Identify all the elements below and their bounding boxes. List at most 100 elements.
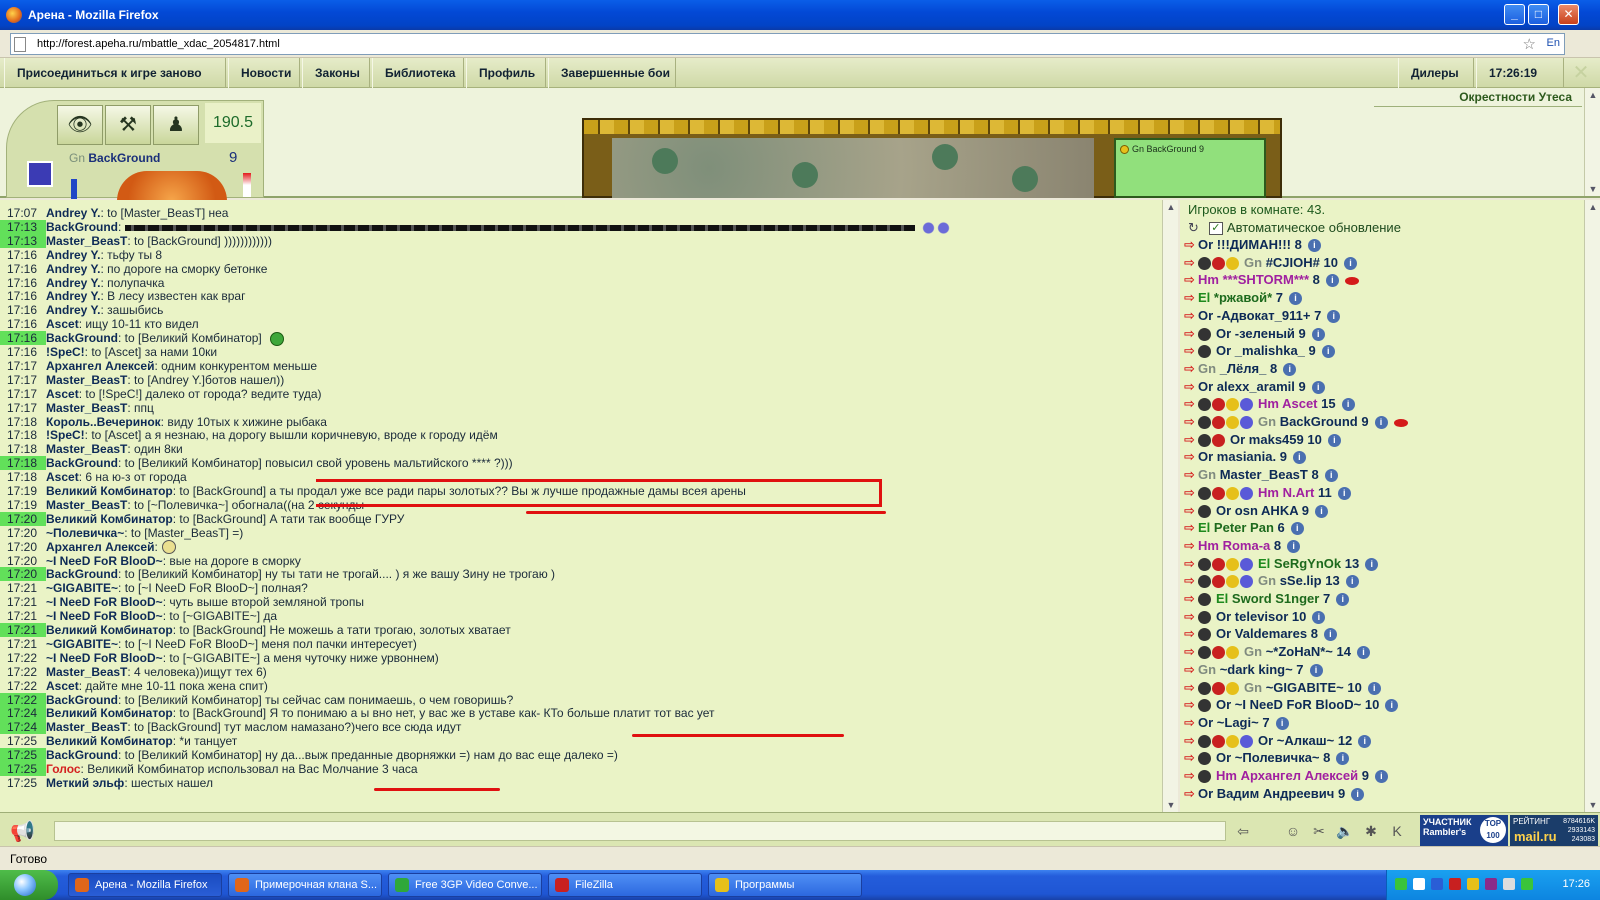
player-name[interactable]: Peter Pan — [1214, 520, 1274, 535]
chat-author[interactable]: !SpeC! — [46, 345, 85, 359]
chat-time[interactable]: 17:17 — [0, 401, 46, 415]
chat-author[interactable]: BackGround — [46, 331, 118, 345]
private-message-arrow-icon[interactable]: ⇨ — [1184, 555, 1198, 572]
chat-time[interactable]: 17:17 — [0, 359, 46, 373]
chat-author[interactable]: BackGround — [46, 567, 118, 581]
player-row[interactable]: ⇨ El SeRgYnOk 13 i — [1180, 555, 1580, 572]
player-name[interactable]: Master_BeasT — [1220, 467, 1308, 482]
tray-icon[interactable] — [1521, 878, 1533, 890]
chat-author[interactable]: Andrey Y. — [46, 276, 100, 290]
chat-time[interactable]: 17:20 — [0, 526, 46, 540]
player-row[interactable]: ⇨ Gn ~*ZoHaN*~ 14 i — [1180, 643, 1580, 660]
player-info-icon[interactable]: i — [1292, 451, 1306, 465]
chat-time[interactable]: 17:18 — [0, 456, 46, 471]
player-row[interactable]: ⇨ Or alexx_aramil 9i — [1180, 378, 1580, 395]
battle-map[interactable]: Gn BackGround 9 — [582, 118, 1282, 198]
player-info-icon[interactable]: i — [1341, 398, 1355, 412]
profile-button[interactable]: Профиль — [466, 58, 546, 88]
private-message-arrow-icon[interactable]: ⇨ — [1184, 289, 1198, 306]
private-message-arrow-icon[interactable]: ⇨ — [1184, 325, 1198, 342]
player-info-icon[interactable]: i — [1323, 628, 1337, 642]
player-name[interactable]: maks459 — [1249, 432, 1304, 447]
private-message-arrow-icon[interactable]: ⇨ — [1184, 696, 1198, 713]
tray-icon[interactable] — [1467, 878, 1479, 890]
player-name[interactable]: -Адвокат_911+ — [1217, 308, 1311, 323]
player-info-icon[interactable]: i — [1358, 734, 1372, 748]
chat-author[interactable]: Великий Комбинатор — [46, 484, 173, 498]
player-info-icon[interactable]: i — [1356, 646, 1370, 660]
taskbar-item[interactable]: Free 3GP Video Conve... — [388, 873, 542, 897]
player-row[interactable]: ⇨ Or Вадим Андреевич 9i — [1180, 785, 1580, 802]
chat-time[interactable]: 17:16 — [0, 248, 46, 262]
player-name[interactable]: ~Lagi~ — [1217, 715, 1259, 730]
auto-refresh-toggle[interactable]: ↻ ✓ Автоматическое обновление — [1188, 220, 1401, 236]
chat-time[interactable]: 17:16 — [0, 289, 46, 303]
player-info-icon[interactable]: i — [1343, 256, 1357, 270]
scroll-up-icon[interactable]: ▲ — [1163, 200, 1179, 214]
chat-time[interactable]: 17:16 — [0, 317, 46, 331]
player-row[interactable]: ⇨ Or ~Алкаш~ 12 i — [1180, 732, 1580, 749]
player-info-icon[interactable]: i — [1345, 575, 1359, 589]
smiley-icon[interactable]: ☺ — [1282, 820, 1304, 842]
player-row[interactable]: ⇨ Or _malishka_ 9i — [1180, 342, 1580, 359]
news-button[interactable]: Новости — [228, 58, 300, 88]
broadcast-icon[interactable]: ✱ — [1360, 820, 1382, 842]
player-row[interactable]: ⇨ Or !!!ДИМАН!!! 8i — [1180, 236, 1580, 253]
chat-author[interactable]: Архангел Алексей — [46, 359, 154, 373]
player-row[interactable]: ⇨ Or osn AHKA 9i — [1180, 502, 1580, 519]
rambler-counter[interactable]: УЧАСТНИК Rambler's TOP 100 — [1420, 815, 1508, 846]
chat-time[interactable]: 17:21 — [0, 623, 46, 637]
taskbar-item[interactable]: Арена - Mozilla Firefox — [68, 873, 222, 897]
player-info-icon[interactable]: i — [1312, 610, 1326, 624]
private-message-arrow-icon[interactable]: ⇨ — [1184, 572, 1198, 589]
chat-author[interactable]: Andrey Y. — [46, 289, 100, 303]
private-message-arrow-icon[interactable]: ⇨ — [1184, 643, 1198, 660]
players-scrollbar[interactable]: ▲ ▼ — [1584, 200, 1600, 812]
laws-button[interactable]: Законы — [302, 58, 370, 88]
back-arrow-icon[interactable]: ⇦ — [1232, 820, 1254, 842]
player-info-icon[interactable]: i — [1275, 716, 1289, 730]
chat-time[interactable]: 17:20 — [0, 511, 46, 526]
player-name[interactable]: Ascet — [1282, 396, 1317, 411]
chat-author[interactable]: Ascet — [46, 387, 79, 401]
player-info-icon[interactable]: i — [1327, 433, 1341, 447]
player-row[interactable]: ⇨ Or maks459 10 i — [1180, 431, 1580, 448]
chat-time[interactable]: 17:22 — [0, 692, 46, 707]
player-row[interactable]: ⇨ Hm N.Art 11 i — [1180, 484, 1580, 501]
tray-icon[interactable] — [1395, 878, 1407, 890]
chat-time[interactable]: 17:13 — [0, 233, 46, 248]
private-message-arrow-icon[interactable]: ⇨ — [1184, 502, 1198, 519]
scroll-down-icon[interactable]: ▼ — [1585, 182, 1600, 196]
player-name[interactable]: Roma-a — [1223, 538, 1271, 553]
player-name[interactable]: televisor — [1235, 609, 1288, 624]
player-info-icon[interactable]: i — [1325, 274, 1339, 288]
player-row[interactable]: ⇨ Or ~Lagi~ 7i — [1180, 714, 1580, 731]
bookmark-star-icon[interactable]: ☆ — [1523, 35, 1536, 53]
player-row[interactable]: ⇨ Gn ~GIGABITE~ 10 i — [1180, 679, 1580, 696]
top-scrollbar[interactable]: ▲ ▼ — [1584, 88, 1600, 196]
scissors-icon[interactable]: ✂ — [1308, 820, 1330, 842]
player-info-icon[interactable]: i — [1336, 752, 1350, 766]
player-row[interactable]: ⇨ Hm ***SHTORM*** 8i — [1180, 271, 1580, 288]
private-message-arrow-icon[interactable]: ⇨ — [1184, 767, 1198, 784]
chat-scrollbar[interactable]: ▲ ▼ — [1162, 200, 1178, 812]
chat-author[interactable]: Master_BeasT — [46, 373, 127, 387]
player-info-icon[interactable]: i — [1287, 539, 1301, 553]
player-row[interactable]: ⇨ Or masiania. 9i — [1180, 448, 1580, 465]
scroll-up-icon[interactable]: ▲ — [1585, 88, 1600, 102]
chat-author[interactable]: ~GIGABITE~ — [46, 581, 118, 595]
chat-author[interactable]: ~I NeeD FoR BlooD~ — [46, 595, 163, 609]
player-name[interactable]: *ржавой* — [1214, 290, 1272, 305]
player-row[interactable]: ⇨ Hm Архангел Алексей 9i — [1180, 767, 1580, 784]
chat-time[interactable]: 17:20 — [0, 540, 46, 554]
player-info-icon[interactable]: i — [1374, 770, 1388, 784]
private-message-arrow-icon[interactable]: ⇨ — [1184, 448, 1198, 465]
player-row[interactable]: ⇨ Or Valdemares 8i — [1180, 625, 1580, 642]
player-row[interactable]: ⇨ Gn sSe.lip 13 i — [1180, 572, 1580, 589]
player-info-icon[interactable]: i — [1365, 557, 1379, 571]
chat-time[interactable]: 17:21 — [0, 609, 46, 623]
tray-icon[interactable] — [1413, 878, 1425, 890]
close-button[interactable]: ✕ — [1558, 4, 1579, 25]
chat-author[interactable]: BackGround — [46, 220, 118, 234]
chat-time[interactable]: 17:18 — [0, 415, 46, 429]
